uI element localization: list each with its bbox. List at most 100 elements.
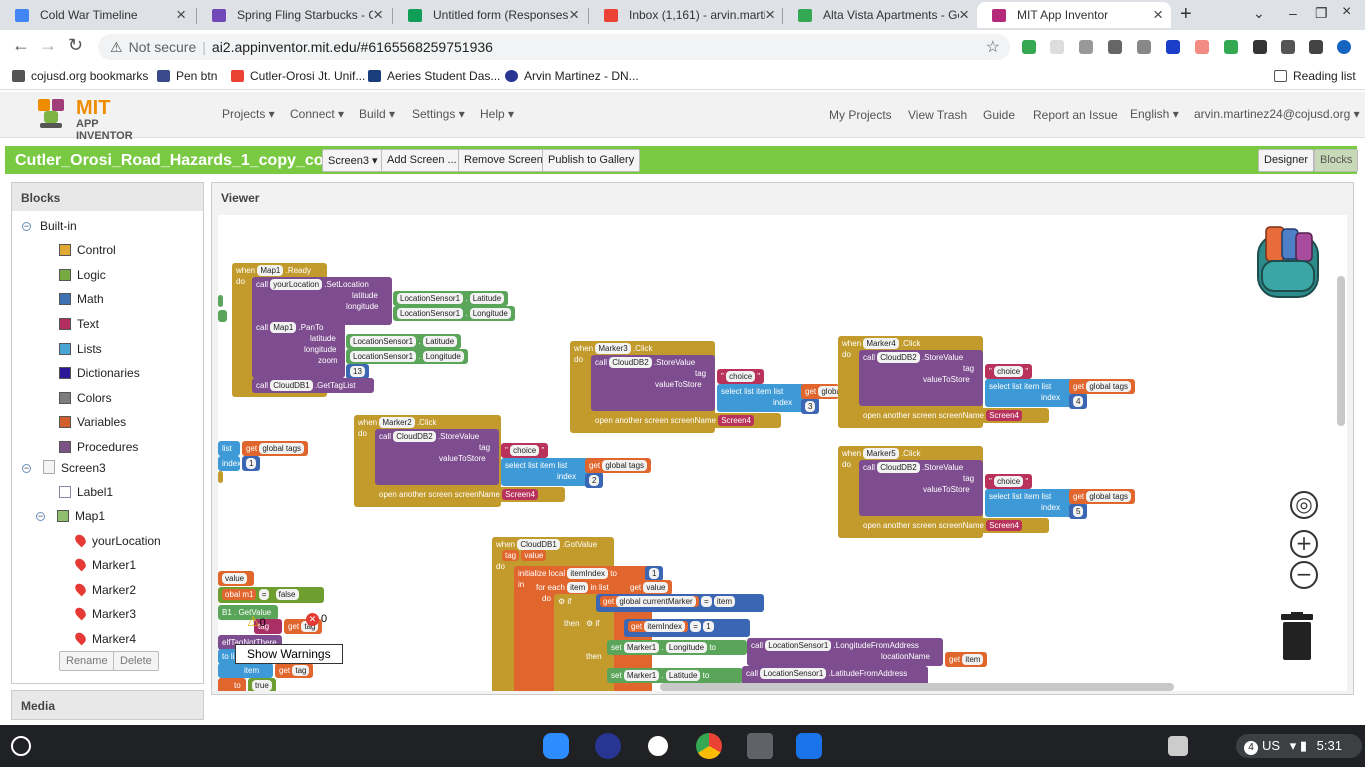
browser-tab[interactable]: Untitled form (Responses) - × — [393, 2, 587, 28]
drawer-dictionaries[interactable]: Dictionaries — [59, 366, 140, 380]
param-tag[interactable]: tag — [502, 550, 520, 561]
param-value[interactable]: value — [521, 550, 547, 561]
browser-tab[interactable]: Inbox (1,161) - arvin.martin × — [589, 2, 783, 28]
view-trash-link[interactable]: View Trash — [908, 108, 967, 122]
report-issue-link[interactable]: Report an Issue — [1033, 108, 1118, 122]
text-block[interactable]: Screen4 — [986, 520, 1022, 531]
component-dropdown[interactable]: yourLocation — [270, 279, 323, 290]
store-value-call-block[interactable]: call CloudDB2 .StoreValue tag valueToSto… — [859, 460, 983, 516]
operator-dropdown[interactable]: = — [690, 621, 701, 632]
close-tab-icon[interactable]: × — [1153, 5, 1163, 25]
url-field[interactable]: ⚠ Not secure | ai2.appinventor.mit.edu/#616… — [98, 34, 1010, 60]
collapse-icon[interactable]: − — [36, 512, 45, 521]
drawer-procedures[interactable]: Procedures — [59, 440, 138, 454]
drawer-control[interactable]: Control — [59, 243, 116, 257]
close-window-icon[interactable]: × — [1342, 3, 1351, 21]
gear-icon[interactable]: ⚙ — [558, 597, 565, 606]
bookmark-star-icon[interactable]: ☆ — [986, 37, 1000, 57]
open-screen-block[interactable]: open another screen screenName Screen4 — [591, 413, 781, 428]
language-menu[interactable]: English ▾ — [1130, 107, 1179, 121]
bookmark-item[interactable]: Aeries Student Das... — [368, 69, 500, 83]
to-fragment-block[interactable]: to — [218, 678, 246, 691]
item-fragment-block[interactable]: item — [218, 663, 273, 678]
menu-build[interactable]: Build ▾ — [359, 107, 395, 121]
tree-marker[interactable]: Marker1 — [73, 556, 136, 572]
variable-name[interactable]: itemIndex — [567, 568, 609, 579]
zoom-icon[interactable] — [543, 733, 569, 759]
open-screen-block[interactable]: open another screen screenName Screen4 — [859, 518, 1049, 533]
tree-marker[interactable]: Marker2 — [73, 581, 136, 597]
collapse-icon[interactable]: − — [22, 464, 31, 473]
app-inventor-logo[interactable]: MIT APP INVENTOR — [34, 95, 154, 142]
component-dropdown[interactable]: Map1 — [257, 265, 284, 276]
store-value-call-block[interactable]: call CloudDB2 .StoreValue tag valueToSto… — [859, 350, 983, 406]
files-blue-icon[interactable] — [796, 733, 822, 759]
puzzle-icon[interactable] — [1309, 40, 1323, 54]
blocks-button[interactable]: Blocks — [1314, 149, 1359, 172]
variable-dropdown[interactable]: item — [962, 654, 984, 665]
property-dropdown[interactable]: Longitude — [422, 351, 464, 362]
tab-search-icon[interactable]: ⌄ — [1253, 5, 1265, 22]
text-value[interactable]: choice — [994, 476, 1024, 487]
component-dropdown[interactable]: Marker4 — [863, 338, 899, 349]
forward-arrow-icon[interactable]: → — [39, 35, 57, 56]
number-value[interactable]: 3 — [805, 401, 816, 412]
screen-selector[interactable]: Screen3 ▾ — [322, 149, 384, 172]
error-indicator[interactable]: ✕ 0 — [306, 613, 327, 626]
get-value-block[interactable]: get value — [626, 580, 673, 595]
text-block[interactable]: " choice " — [985, 364, 1033, 379]
extension-icon[interactable] — [1137, 40, 1151, 54]
component-dropdown[interactable]: LocationSensor1 — [397, 308, 464, 319]
back-arrow-icon[interactable]: ← — [12, 35, 30, 56]
get-global-block[interactable]: obal m1 — [222, 589, 257, 600]
text-block[interactable]: Screen4 — [986, 410, 1022, 421]
component-dropdown[interactable]: LocationSensor1 — [350, 351, 417, 362]
new-tab-icon[interactable]: + — [1180, 3, 1192, 26]
property-dropdown[interactable]: Longitude — [665, 642, 708, 653]
component-dropdown[interactable]: CloudDB1 — [270, 380, 313, 391]
number-block[interactable]: 2 — [585, 473, 604, 488]
get-global-block[interactable]: get global tags — [585, 458, 652, 473]
tree-marker[interactable]: Marker3 — [73, 605, 136, 621]
reload-icon[interactable]: ↻ — [68, 35, 83, 56]
phone-hub-icon[interactable] — [1168, 736, 1188, 756]
property-dropdown[interactable]: Latitude — [665, 670, 701, 681]
variable-dropdown[interactable]: tag — [292, 665, 310, 676]
tree-marker[interactable]: Marker4 — [73, 630, 136, 646]
zoom-in-icon[interactable]: + — [1290, 530, 1318, 558]
zoom-out-icon[interactable]: − — [1290, 561, 1318, 589]
get-global-block[interactable]: get global tags — [801, 384, 839, 399]
sensor-getter-block[interactable]: LocationSensor1 . Latitude — [393, 291, 509, 306]
drawer-variables[interactable]: Variables — [59, 415, 126, 429]
operator-dropdown[interactable]: = — [258, 589, 270, 600]
menu-connect[interactable]: Connect ▾ — [290, 107, 344, 121]
longitude-from-address-block[interactable]: call LocationSensor1 .LongitudeFromAddre… — [747, 638, 943, 666]
open-screen-block[interactable]: open another screen screenName Screen4 — [375, 487, 565, 502]
variable-dropdown[interactable]: global tags — [259, 443, 305, 454]
tree-screen3[interactable]: Screen3 — [43, 460, 106, 475]
menu-projects[interactable]: Projects ▾ — [222, 107, 275, 121]
sensor-getter-block[interactable]: LocationSensor1 . Latitude — [346, 334, 462, 349]
store-value-call-block[interactable]: call CloudDB2 .StoreValue tag valueToSto… — [591, 355, 715, 411]
component-dropdown[interactable]: Map1 — [270, 322, 297, 333]
restore-icon[interactable]: ❐ — [1315, 5, 1328, 22]
component-dropdown[interactable]: Marker5 — [863, 448, 899, 459]
tree-map1[interactable]: Map1 — [57, 509, 105, 523]
menu-help[interactable]: Help ▾ — [480, 107, 514, 121]
get-global-block[interactable]: get global tags — [242, 441, 309, 456]
property-dropdown[interactable]: Latitude — [469, 293, 505, 304]
number-value[interactable]: 13 — [350, 366, 365, 377]
browser-tab-active[interactable]: MIT App Inventor × — [977, 2, 1171, 28]
component-dropdown[interactable]: CloudDB2 — [877, 352, 920, 363]
menu-settings[interactable]: Settings ▾ — [412, 107, 465, 121]
value-fragment-block[interactable]: value — [218, 571, 254, 586]
number-block[interactable]: 4 — [1069, 394, 1088, 409]
number-value[interactable]: 2 — [589, 475, 600, 486]
chrome-icon[interactable] — [696, 733, 722, 759]
set-longitude-block[interactable]: set Marker1 . Longitude to — [607, 640, 747, 655]
text-block[interactable]: " choice " — [985, 474, 1033, 489]
boolean-dropdown[interactable]: false — [275, 589, 299, 600]
trash-icon[interactable] — [1279, 612, 1315, 662]
variable-dropdown[interactable]: value — [222, 573, 248, 584]
extension-icon[interactable] — [1079, 40, 1093, 54]
